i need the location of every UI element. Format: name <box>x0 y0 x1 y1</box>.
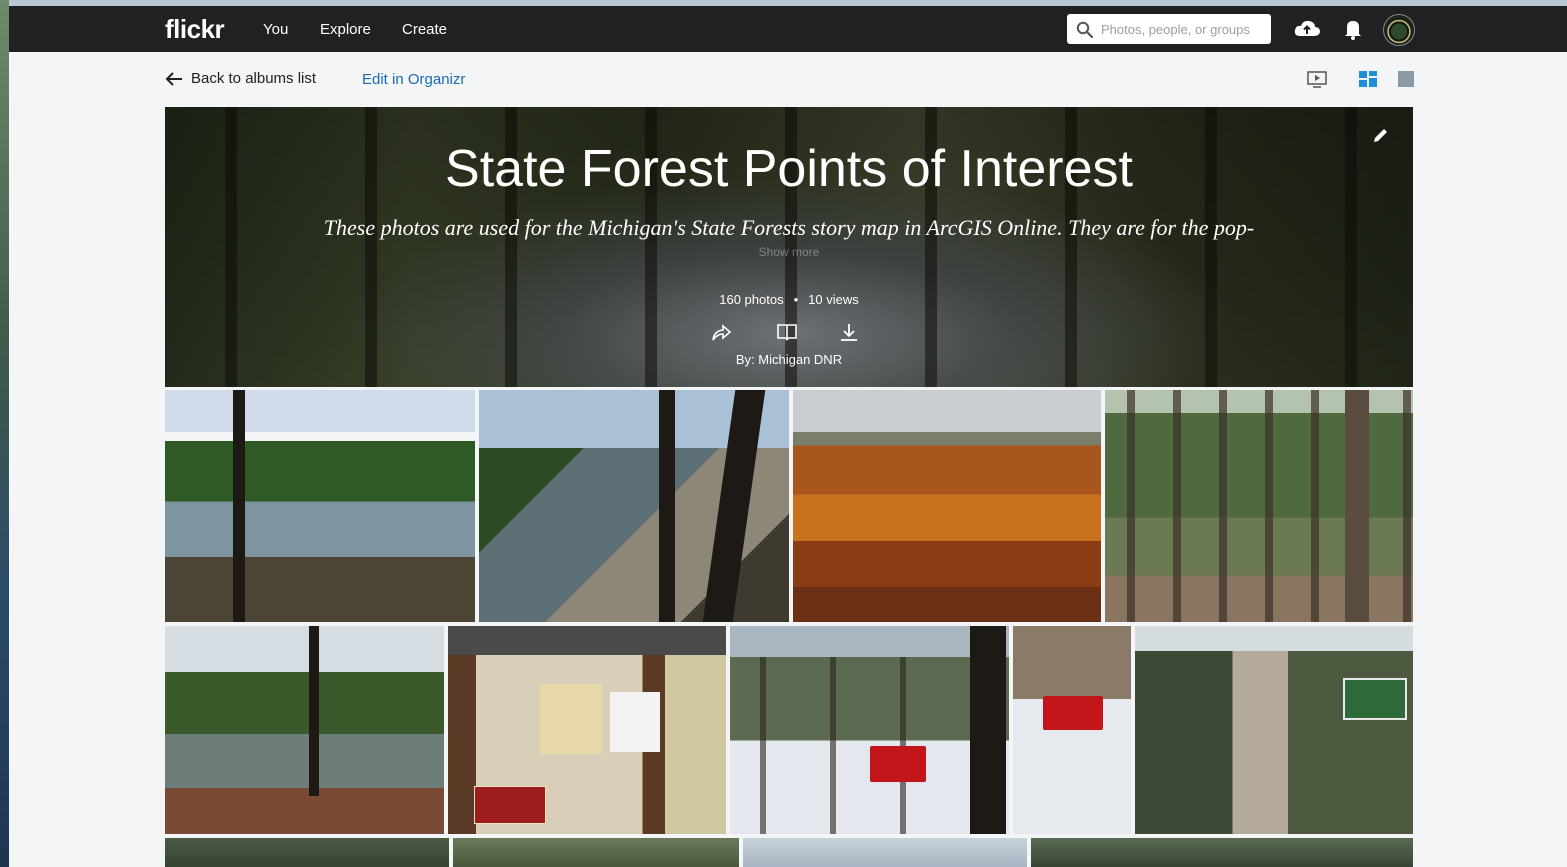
album-description: These photos are used for the Michigan's… <box>323 215 1255 240</box>
grid-view-icon[interactable] <box>1358 70 1378 88</box>
nav-you[interactable]: You <box>263 21 288 38</box>
single-view-icon[interactable] <box>1396 70 1416 88</box>
trail-sign <box>474 786 546 824</box>
recreation-area-sign <box>1343 678 1407 720</box>
album-stats: 160 photos • 10 views <box>165 292 1413 307</box>
desktop-edge-left <box>0 0 9 867</box>
tree-trunk <box>970 626 1006 834</box>
top-navigation-bar: flickr You Explore Create <box>9 6 1567 52</box>
search-input[interactable] <box>1101 14 1266 44</box>
stats-separator: • <box>793 292 799 307</box>
snow-groomer <box>870 746 926 782</box>
nav-create[interactable]: Create <box>402 21 447 38</box>
edit-pencil-icon[interactable] <box>1371 127 1389 145</box>
snow-groomer <box>1043 696 1103 730</box>
tree-trunk <box>233 390 245 622</box>
view-count: 10 views <box>808 292 859 307</box>
nav-explore[interactable]: Explore <box>320 21 371 38</box>
photo-tile[interactable] <box>479 390 789 622</box>
edit-in-organizr-link[interactable]: Edit in Organizr <box>362 71 465 88</box>
photo-tile[interactable] <box>453 838 739 867</box>
back-to-albums-link[interactable]: Back to albums list <box>165 70 316 87</box>
tree-trunk <box>702 390 766 622</box>
search-box <box>1067 14 1271 44</box>
notifications-bell-icon[interactable] <box>1339 16 1367 42</box>
user-avatar[interactable] <box>1383 14 1415 46</box>
show-more-link[interactable]: Show more <box>165 245 1413 259</box>
tree-trunk <box>1345 390 1369 622</box>
photo-tile[interactable] <box>1135 626 1413 834</box>
arrow-left-icon <box>165 71 182 86</box>
album-owner[interactable]: By: Michigan DNR <box>165 352 1413 367</box>
download-icon[interactable] <box>838 321 860 343</box>
notice-board <box>610 692 660 752</box>
photo-tile[interactable] <box>1105 390 1413 622</box>
slideshow-icon[interactable] <box>1307 70 1327 88</box>
photo-tile[interactable] <box>793 390 1101 622</box>
photo-tile[interactable] <box>165 838 449 867</box>
share-icon[interactable] <box>710 321 732 343</box>
flickr-page: flickr You Explore Create Back to albums… <box>9 6 1567 867</box>
photo-tile[interactable] <box>165 390 475 622</box>
photo-count: 160 photos <box>719 292 784 307</box>
album-cover-hero: State Forest Points of Interest These ph… <box>165 107 1413 387</box>
album-actions <box>710 321 868 345</box>
photo-tile[interactable] <box>448 626 726 834</box>
book-icon[interactable] <box>776 321 798 343</box>
flickr-logo[interactable]: flickr <box>165 14 225 45</box>
search-icon <box>1076 21 1093 38</box>
upload-cloud-icon[interactable] <box>1293 16 1321 42</box>
photo-tile[interactable] <box>743 838 1027 867</box>
tree-trunk <box>309 626 319 796</box>
photo-tile[interactable] <box>1031 838 1413 867</box>
back-label: Back to albums list <box>191 70 317 87</box>
tree-trunk <box>659 390 675 622</box>
photo-tile[interactable] <box>1013 626 1131 834</box>
photo-tile[interactable] <box>730 626 1009 834</box>
photo-tile[interactable] <box>165 626 444 834</box>
map-board <box>540 684 602 754</box>
album-title: State Forest Points of Interest <box>445 140 1133 198</box>
